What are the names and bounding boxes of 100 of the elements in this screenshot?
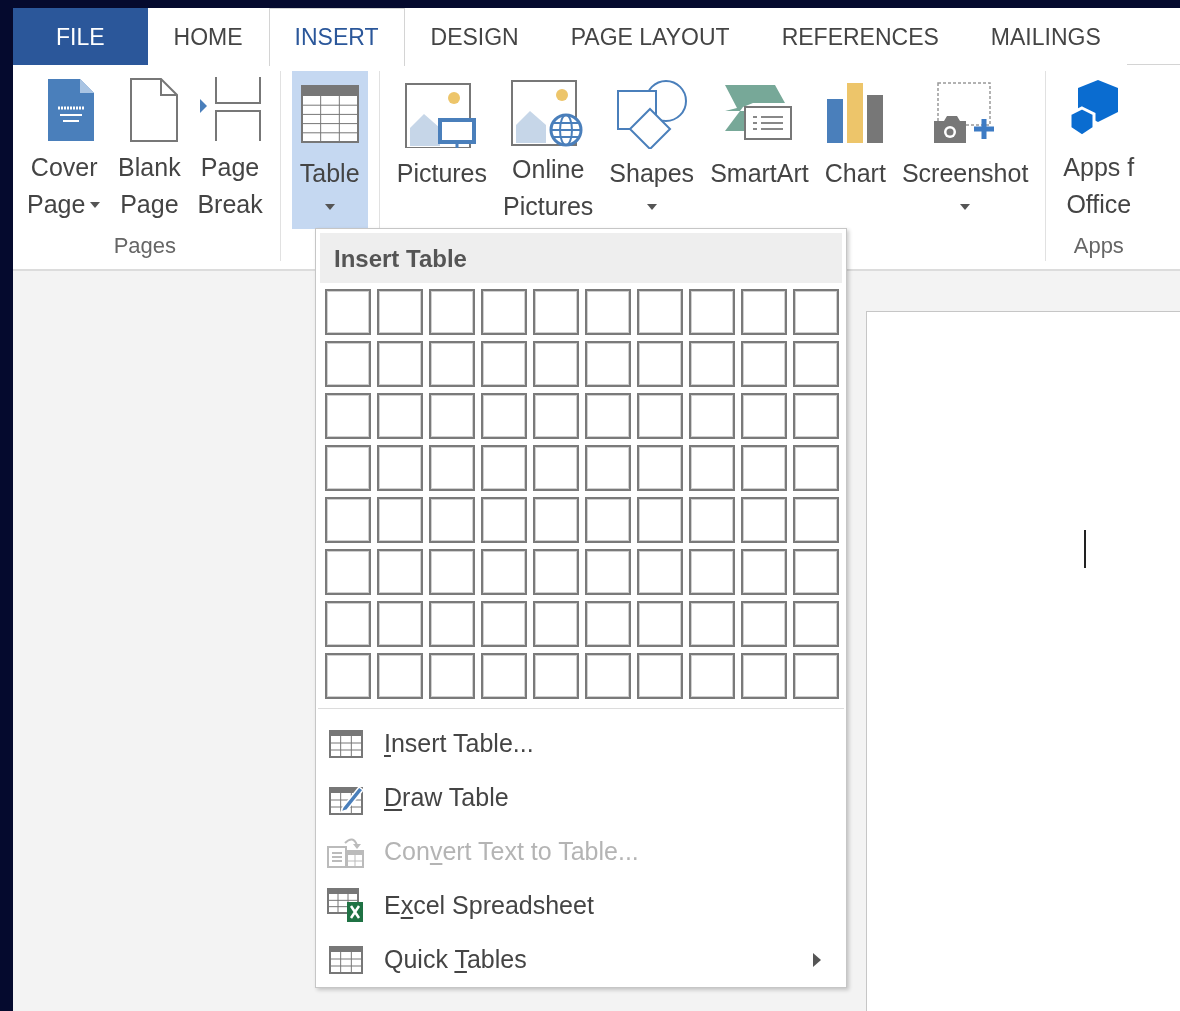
menu-item[interactable]: Quick Tables xyxy=(316,932,846,987)
grid-cell[interactable] xyxy=(637,549,683,595)
grid-cell[interactable] xyxy=(325,393,371,439)
grid-cell[interactable] xyxy=(377,341,423,387)
grid-cell[interactable] xyxy=(741,549,787,595)
ribbon-button[interactable]: Shapes xyxy=(603,71,701,229)
grid-cell[interactable] xyxy=(533,445,579,491)
menu-item[interactable]: Insert Table... xyxy=(316,716,846,771)
grid-cell[interactable] xyxy=(637,653,683,699)
grid-cell[interactable] xyxy=(637,497,683,543)
grid-cell[interactable] xyxy=(325,601,371,647)
grid-cell[interactable] xyxy=(377,653,423,699)
grid-cell[interactable] xyxy=(689,601,735,647)
grid-cell[interactable] xyxy=(377,549,423,595)
grid-cell[interactable] xyxy=(585,289,631,335)
grid-cell[interactable] xyxy=(689,445,735,491)
grid-cell[interactable] xyxy=(481,549,527,595)
grid-cell[interactable] xyxy=(377,497,423,543)
grid-cell[interactable] xyxy=(585,497,631,543)
grid-cell[interactable] xyxy=(481,601,527,647)
grid-cell[interactable] xyxy=(689,549,735,595)
grid-cell[interactable] xyxy=(377,445,423,491)
grid-cell[interactable] xyxy=(689,393,735,439)
group-label: Pages xyxy=(113,233,177,259)
ribbon-button[interactable]: Apps f Office xyxy=(1057,71,1141,229)
grid-cell[interactable] xyxy=(741,601,787,647)
grid-cell[interactable] xyxy=(429,393,475,439)
grid-cell[interactable] xyxy=(481,289,527,335)
grid-cell[interactable] xyxy=(325,289,371,335)
ribbon-button[interactable]: Online Pictures xyxy=(497,71,600,229)
grid-cell[interactable] xyxy=(325,497,371,543)
text-cursor xyxy=(1084,530,1086,568)
ribbon-tab[interactable]: INSERT xyxy=(268,8,405,66)
grid-cell[interactable] xyxy=(481,393,527,439)
grid-cell[interactable] xyxy=(637,289,683,335)
group-label: Apps xyxy=(1073,233,1124,259)
grid-cell[interactable] xyxy=(585,445,631,491)
grid-cell[interactable] xyxy=(793,497,839,543)
grid-cell[interactable] xyxy=(637,341,683,387)
grid-cell[interactable] xyxy=(741,653,787,699)
grid-cell[interactable] xyxy=(533,653,579,699)
grid-cell[interactable] xyxy=(689,653,735,699)
grid-cell[interactable] xyxy=(325,445,371,491)
grid-cell[interactable] xyxy=(429,549,475,595)
grid-cell[interactable] xyxy=(533,341,579,387)
grid-cell[interactable] xyxy=(481,445,527,491)
grid-cell[interactable] xyxy=(689,289,735,335)
grid-cell[interactable] xyxy=(689,497,735,543)
grid-cell[interactable] xyxy=(377,393,423,439)
ribbon-button[interactable]: Cover Page xyxy=(21,71,108,229)
file-tab[interactable]: FILE xyxy=(13,8,148,65)
menu-item[interactable]: Excel Spreadsheet xyxy=(316,878,846,933)
grid-cell[interactable] xyxy=(741,497,787,543)
grid-cell[interactable] xyxy=(429,601,475,647)
grid-cell[interactable] xyxy=(585,653,631,699)
grid-cell[interactable] xyxy=(325,549,371,595)
grid-cell[interactable] xyxy=(429,341,475,387)
grid-cell[interactable] xyxy=(793,549,839,595)
grid-cell[interactable] xyxy=(533,601,579,647)
grid-cell[interactable] xyxy=(741,289,787,335)
grid-cell[interactable] xyxy=(793,393,839,439)
ribbon-button[interactable]: Blank Page xyxy=(111,71,188,229)
grid-cell[interactable] xyxy=(689,341,735,387)
menu-item[interactable]: Draw Table xyxy=(316,770,846,825)
ribbon-button[interactable]: Screenshot xyxy=(895,71,1035,229)
grid-cell[interactable] xyxy=(533,497,579,543)
grid-cell[interactable] xyxy=(741,393,787,439)
grid-cell[interactable] xyxy=(585,341,631,387)
grid-cell[interactable] xyxy=(637,601,683,647)
grid-cell[interactable] xyxy=(793,289,839,335)
grid-cell[interactable] xyxy=(793,341,839,387)
grid-cell[interactable] xyxy=(377,601,423,647)
grid-cell[interactable] xyxy=(533,549,579,595)
grid-cell[interactable] xyxy=(481,653,527,699)
grid-cell[interactable] xyxy=(429,653,475,699)
grid-cell[interactable] xyxy=(585,601,631,647)
ribbon-button[interactable]: Chart xyxy=(818,71,892,229)
ribbon-button[interactable]: SmartArt xyxy=(704,71,815,229)
grid-cell[interactable] xyxy=(793,445,839,491)
ribbon-button[interactable]: Pictures xyxy=(390,71,493,229)
grid-cell[interactable] xyxy=(585,393,631,439)
ribbon-button[interactable]: Page Break xyxy=(191,71,269,229)
grid-cell[interactable] xyxy=(533,289,579,335)
grid-cell[interactable] xyxy=(585,549,631,595)
grid-cell[interactable] xyxy=(429,289,475,335)
grid-cell[interactable] xyxy=(793,653,839,699)
grid-cell[interactable] xyxy=(637,445,683,491)
grid-cell[interactable] xyxy=(377,289,423,335)
grid-cell[interactable] xyxy=(429,497,475,543)
ribbon-button[interactable]: Table xyxy=(291,71,368,229)
grid-cell[interactable] xyxy=(325,341,371,387)
grid-cell[interactable] xyxy=(481,497,527,543)
grid-cell[interactable] xyxy=(481,341,527,387)
grid-cell[interactable] xyxy=(429,445,475,491)
grid-cell[interactable] xyxy=(325,653,371,699)
grid-cell[interactable] xyxy=(741,445,787,491)
grid-cell[interactable] xyxy=(741,341,787,387)
grid-cell[interactable] xyxy=(533,393,579,439)
grid-cell[interactable] xyxy=(793,601,839,647)
grid-cell[interactable] xyxy=(637,393,683,439)
